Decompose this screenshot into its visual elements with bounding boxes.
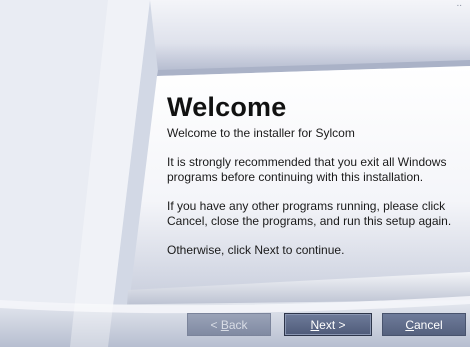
cancel-button[interactable]: Cancel: [382, 313, 466, 336]
next-button-rest: ext >: [319, 317, 346, 332]
back-button-rest: ack: [228, 317, 248, 332]
continue-instructions: Otherwise, click Next to continue.: [167, 243, 345, 257]
cancel-button-mnemonic: C: [405, 317, 414, 332]
back-button[interactable]: < Back: [187, 313, 271, 336]
page-title: Welcome: [167, 92, 287, 122]
cancel-instructions: If you have any other programs running, …: [167, 199, 452, 228]
corner-marker: ..: [456, 0, 462, 9]
back-button-mnemonic: B: [220, 317, 229, 332]
cancel-button-rest: ancel: [413, 317, 443, 332]
welcome-subtitle: Welcome to the installer for Sylcom: [167, 126, 355, 140]
installer-window: .. Welcome Welcome to the installer for …: [0, 0, 470, 347]
back-button-prefix: <: [210, 317, 221, 332]
next-button[interactable]: Next >: [284, 313, 372, 336]
exit-programs-note: It is strongly recommended that you exit…: [167, 155, 447, 184]
next-button-mnemonic: N: [310, 317, 320, 332]
welcome-content: Welcome Welcome to the installer for Syl…: [167, 92, 467, 272]
